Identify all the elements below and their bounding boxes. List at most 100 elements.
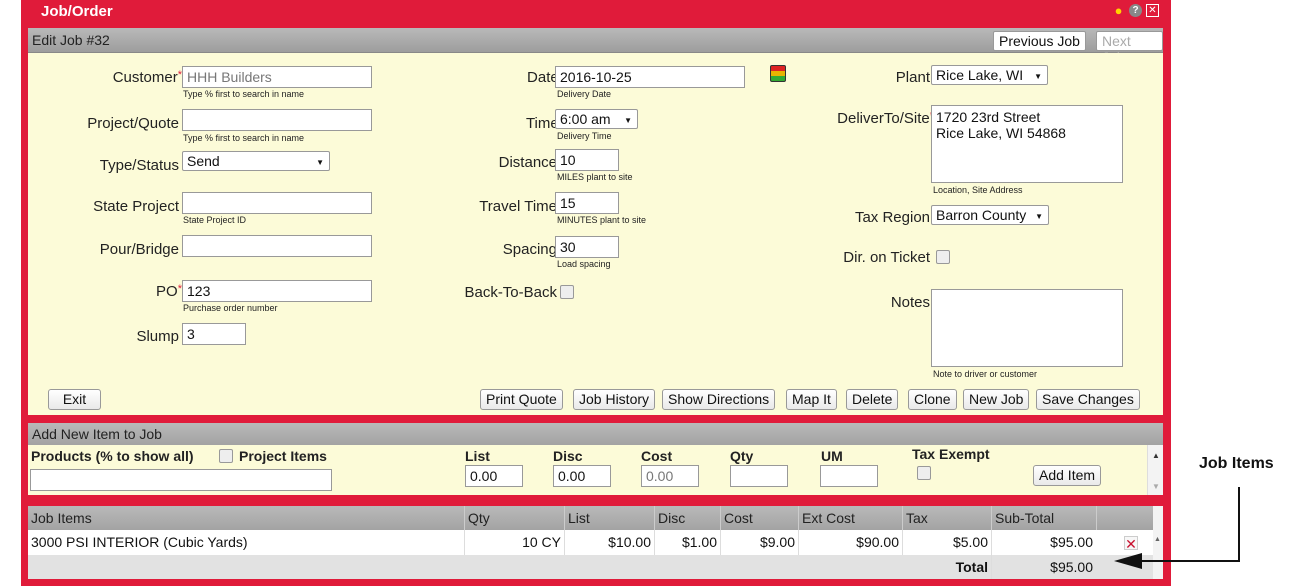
page-title: Edit Job #32: [32, 32, 110, 48]
cost-input[interactable]: 0.00: [641, 465, 699, 487]
delete-button[interactable]: Delete: [846, 389, 899, 410]
add-item-header: Add New Item to Job: [28, 423, 1163, 445]
project-items-checkbox[interactable]: [219, 449, 233, 463]
project-quote-label: Project/Quote: [87, 115, 179, 132]
scroll-up-icon[interactable]: ▲: [1152, 451, 1160, 460]
disc-input[interactable]: 0.00: [553, 465, 611, 487]
title-bar: Job/Order ● ? ✕: [21, 0, 1171, 22]
status-color-icon[interactable]: [770, 65, 786, 82]
job-history-button[interactable]: Job History: [573, 389, 656, 410]
job-items-header: Job Items Qty List Disc Cost Ext Cost Ta…: [28, 506, 1153, 530]
add-item-title: Add New Item to Job: [32, 426, 162, 442]
distance-input[interactable]: 10: [555, 149, 619, 171]
item-subtotal: $95.00: [991, 530, 1096, 555]
spacing-hint: Load spacing: [557, 259, 611, 269]
help-icon[interactable]: ?: [1129, 4, 1142, 17]
po-input[interactable]: 123: [182, 280, 372, 302]
time-hint: Delivery Time: [557, 131, 612, 141]
products-label: Products (% to show all): [31, 448, 194, 464]
qty-input[interactable]: [730, 465, 788, 487]
next-job-button[interactable]: Next Job: [1096, 31, 1163, 65]
print-quote-button[interactable]: Print Quote: [480, 389, 563, 410]
window-title: Job/Order: [41, 3, 113, 20]
col-job-items: Job Items: [31, 510, 92, 526]
type-status-label: Type/Status: [99, 157, 179, 174]
col-disc: Disc: [654, 506, 720, 530]
project-items-label: Project Items: [239, 448, 327, 464]
deliver-to-label: DeliverTo/Site*: [837, 110, 934, 127]
col-tax: Tax: [902, 506, 991, 530]
list-input[interactable]: 0.00: [465, 465, 523, 487]
slump-label: Slump: [136, 328, 179, 345]
travel-time-input[interactable]: 15: [555, 192, 619, 214]
add-item-panel: Products (% to show all) Project Items L…: [28, 445, 1163, 495]
previous-job-button[interactable]: Previous Job: [993, 31, 1086, 51]
travel-time-hint: MINUTES plant to site: [557, 215, 647, 225]
pour-bridge-label: Pour/Bridge: [99, 241, 179, 258]
back-to-back-checkbox[interactable]: [560, 285, 574, 299]
job-form: Customer* HHH Builders Type % first to s…: [28, 53, 1163, 415]
total-value: $95.00: [991, 555, 1096, 579]
table-row[interactable]: 3000 PSI INTERIOR (Cubic Yards) 10 CY $1…: [28, 530, 1153, 555]
spacing-input[interactable]: 30: [555, 236, 619, 258]
exit-button[interactable]: Exit: [48, 389, 101, 410]
list-label: List: [465, 448, 490, 464]
item-name: 3000 PSI INTERIOR (Cubic Yards): [31, 534, 248, 550]
clone-button[interactable]: Clone: [908, 389, 957, 410]
dir-on-ticket-label: Dir. on Ticket: [843, 249, 930, 266]
item-disc: $1.00: [654, 530, 720, 555]
item-cost: $9.00: [720, 530, 798, 555]
callout-arrow: [1114, 487, 1240, 569]
item-ext-cost: $90.00: [798, 530, 902, 555]
callout-arrow-line: [1140, 487, 1240, 562]
customer-label: Customer*: [112, 69, 182, 86]
col-ext-cost: Ext Cost: [798, 506, 902, 530]
deliver-to-textarea[interactable]: 1720 23rd Street Rice Lake, WI 54868: [931, 105, 1123, 183]
um-input[interactable]: [820, 465, 878, 487]
date-hint: Delivery Date: [557, 89, 612, 99]
customer-hint: Type % first to search in name: [183, 89, 305, 99]
pin-icon[interactable]: ●: [1112, 4, 1125, 17]
tax-exempt-label: Tax Exempt: [912, 446, 990, 462]
new-job-button[interactable]: New Job: [963, 389, 1030, 410]
notes-textarea[interactable]: [931, 289, 1123, 367]
close-icon[interactable]: ✕: [1146, 4, 1159, 17]
tax-region-select[interactable]: Barron County ▼: [931, 205, 1049, 225]
job-order-window: Job/Order ● ? ✕ Edit Job #32 Previous Jo…: [21, 0, 1171, 586]
back-to-back-label: Back-To-Back: [464, 284, 557, 301]
plant-select[interactable]: Rice Lake, WI ▼: [931, 65, 1048, 85]
state-project-label: State Project: [93, 198, 179, 215]
col-sub-total: Sub-Total: [991, 506, 1096, 530]
state-project-input[interactable]: [182, 192, 372, 214]
spacing-label: Spacing: [502, 241, 557, 258]
notes-hint: Note to driver or customer: [933, 369, 1038, 379]
col-cost: Cost: [720, 506, 798, 530]
map-it-button[interactable]: Map It: [786, 389, 837, 410]
qty-label: Qty: [730, 448, 754, 464]
total-row: Total $95.00: [28, 555, 1153, 579]
time-select[interactable]: 6:00 am ▼: [555, 109, 638, 129]
deliver-to-hint: Location, Site Address: [933, 185, 1023, 195]
date-input[interactable]: 2016-10-25: [555, 66, 745, 88]
disc-label: Disc: [553, 448, 583, 464]
project-quote-input[interactable]: [182, 109, 372, 131]
products-input[interactable]: [30, 469, 332, 491]
save-changes-button[interactable]: Save Changes: [1036, 389, 1140, 410]
show-directions-button[interactable]: Show Directions: [662, 389, 776, 410]
distance-label: Distance: [498, 154, 557, 171]
pour-bridge-input[interactable]: [182, 235, 372, 257]
plant-label: Plant: [895, 69, 930, 86]
callout-arrowhead-icon: [1114, 553, 1142, 569]
item-tax: $5.00: [902, 530, 991, 555]
state-project-hint: State Project ID: [183, 215, 247, 225]
po-hint: Purchase order number: [183, 303, 278, 313]
dir-on-ticket-checkbox[interactable]: [936, 250, 950, 264]
slump-input[interactable]: 3: [182, 323, 246, 345]
customer-input[interactable]: HHH Builders: [182, 66, 372, 88]
type-status-select[interactable]: Send ▼: [182, 151, 330, 171]
tax-exempt-checkbox[interactable]: [917, 466, 931, 480]
project-quote-hint: Type % first to search in name: [183, 133, 305, 143]
add-item-button[interactable]: Add Item: [1033, 465, 1102, 486]
notes-label: Notes: [890, 294, 930, 311]
cost-label: Cost: [641, 448, 673, 464]
